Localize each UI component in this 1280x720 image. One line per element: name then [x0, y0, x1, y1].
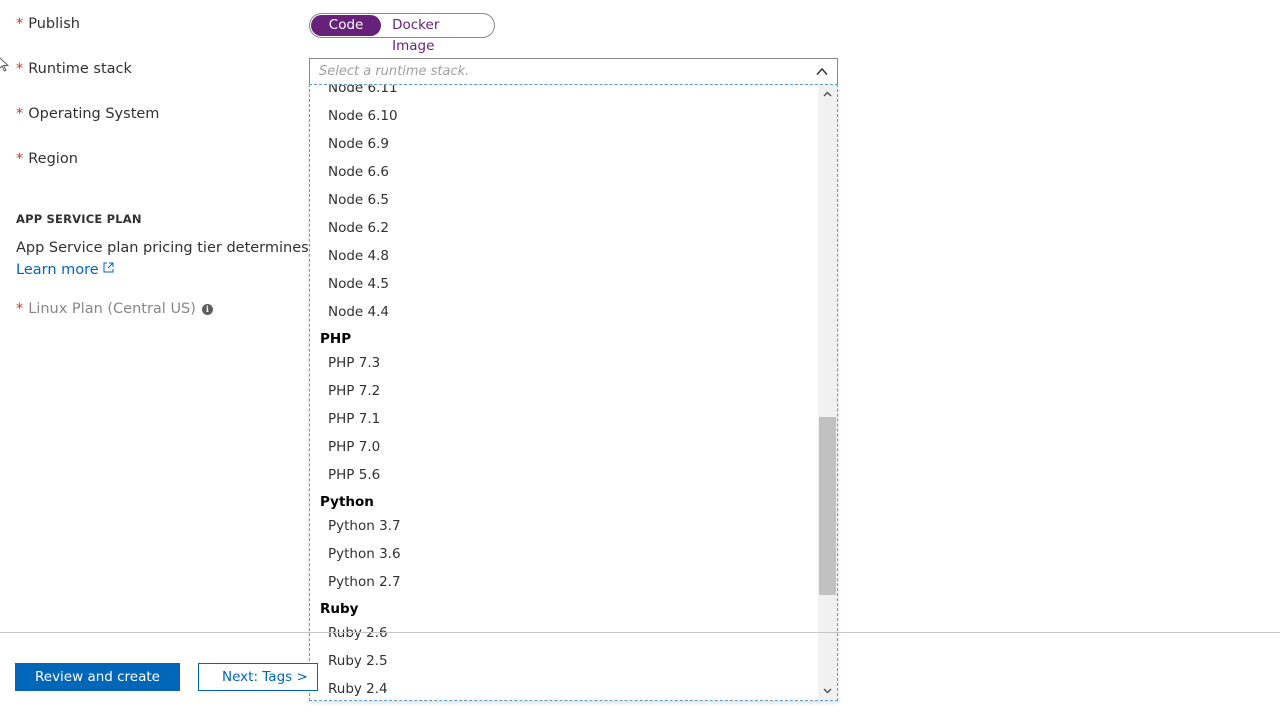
dropdown-option[interactable]: Ruby 2.6: [310, 619, 818, 647]
publish-option-docker-image[interactable]: Docker Image: [381, 15, 493, 54]
app-service-plan-heading: APP SERVICE PLAN: [16, 212, 142, 226]
dropdown-scrollbar[interactable]: [818, 85, 837, 700]
dropdown-option[interactable]: Node 6.6: [310, 158, 818, 186]
runtime-stack-placeholder: Select a runtime stack.: [319, 64, 470, 79]
dropdown-option[interactable]: Python 3.6: [310, 540, 818, 568]
review-and-create-button[interactable]: Review and create: [15, 663, 180, 691]
dropdown-option[interactable]: Python 2.7: [310, 568, 818, 596]
dropdown-option[interactable]: Node 4.4: [310, 298, 818, 326]
learn-more-text: Learn more: [16, 262, 99, 278]
dropdown-option[interactable]: PHP 7.3: [310, 349, 818, 377]
publish-option-code[interactable]: Code: [311, 15, 382, 36]
dropdown-option[interactable]: Node 6.10: [310, 102, 818, 130]
dropdown-option[interactable]: Python 3.7: [310, 512, 818, 540]
dropdown-group-header: PHP: [320, 331, 352, 347]
dropdown-option[interactable]: Node 6.11: [310, 85, 818, 102]
mouse-cursor-icon: [0, 57, 10, 72]
region-label: * Region: [16, 151, 78, 167]
info-icon[interactable]: i: [201, 303, 213, 315]
dropdown-option[interactable]: Node 6.2: [310, 214, 818, 242]
learn-more-link[interactable]: Learn more: [16, 262, 114, 278]
next-tags-button[interactable]: Next: Tags >: [198, 663, 318, 691]
dropdown-option[interactable]: PHP 7.0: [310, 433, 818, 461]
dropdown-option[interactable]: Node 6.5: [310, 186, 818, 214]
linux-plan-label: * Linux Plan (Central US) i: [16, 301, 213, 317]
external-link-icon: [103, 262, 114, 273]
footer-divider: [0, 632, 1280, 633]
dropdown-option[interactable]: Node 4.5: [310, 270, 818, 298]
dropdown-group-header: Python: [320, 494, 374, 510]
dropdown-option[interactable]: PHP 7.1: [310, 405, 818, 433]
dropdown-option[interactable]: PHP 5.6: [310, 461, 818, 489]
publish-label: * Publish: [16, 16, 80, 32]
runtime-stack-label: * Runtime stack: [16, 61, 132, 77]
dropdown-option[interactable]: Node 6.9: [310, 130, 818, 158]
operating-system-label: * Operating System: [16, 106, 160, 122]
runtime-stack-combobox[interactable]: Select a runtime stack.: [309, 58, 838, 85]
scroll-down-arrow-icon[interactable]: [818, 682, 837, 699]
dropdown-group-header: Ruby: [320, 601, 359, 617]
chevron-up-icon[interactable]: [816, 67, 828, 76]
dropdown-option[interactable]: Ruby 2.5: [310, 647, 818, 675]
scroll-up-arrow-icon[interactable]: [818, 86, 837, 103]
runtime-stack-dropdown[interactable]: Node 6.11 Node 6.10 Node 6.9 Node 6.6 Node 6…: [309, 84, 838, 701]
dropdown-option[interactable]: Node 4.8: [310, 242, 818, 270]
runtime-stack-options: Node 6.11 Node 6.10 Node 6.9 Node 6.6 Node 6…: [310, 85, 818, 700]
scrollbar-thumb[interactable]: [819, 417, 836, 596]
publish-toggle[interactable]: Code Docker Image: [309, 13, 495, 54]
dropdown-option[interactable]: Ruby 2.4: [310, 675, 818, 700]
dropdown-option[interactable]: PHP 7.2: [310, 377, 818, 405]
app-service-plan-description: App Service plan pricing tier determines…: [16, 240, 338, 256]
